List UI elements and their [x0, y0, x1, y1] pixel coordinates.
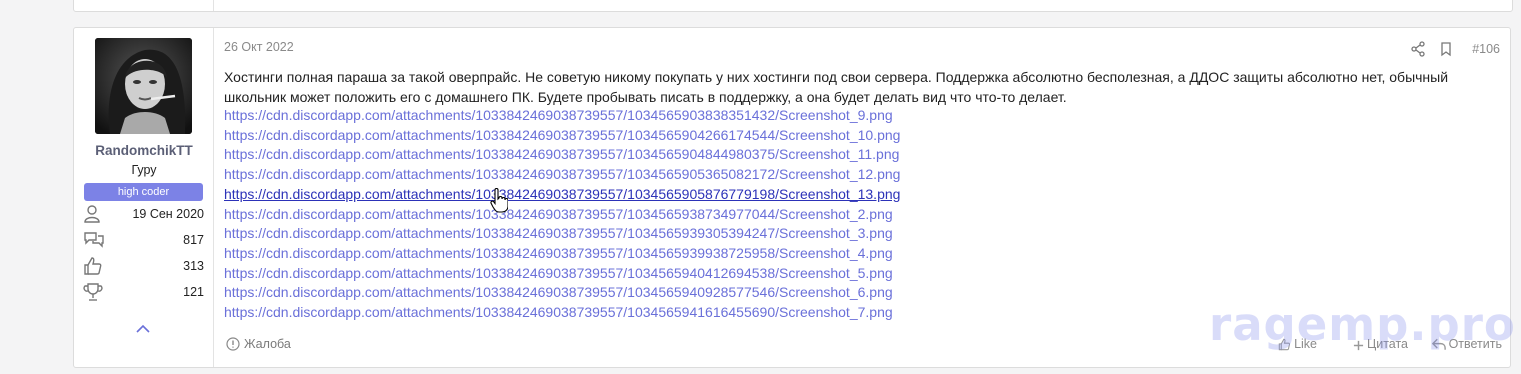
avatar[interactable]	[95, 38, 192, 134]
attachment-link[interactable]: https://cdn.discordapp.com/attachments/1…	[224, 244, 900, 264]
stat-registered: 19 Сен 2020	[83, 204, 204, 224]
forum-post: RandomchikTT Гуру high coder 19 Сен 2020…	[73, 27, 1511, 368]
stat-registered-value: 19 Сен 2020	[132, 207, 204, 221]
attachment-link[interactable]: https://cdn.discordapp.com/attachments/1…	[224, 106, 900, 126]
username[interactable]: RandomchikTT	[74, 143, 214, 158]
thumbs-up-icon	[1278, 338, 1291, 351]
trophy-icon	[83, 282, 103, 302]
report-label: Жалоба	[244, 337, 291, 351]
like-button[interactable]: Like	[1278, 337, 1317, 351]
link-list: https://cdn.discordapp.com/attachments/1…	[224, 106, 900, 323]
user-icon	[83, 204, 103, 224]
stat-points: 121	[83, 282, 204, 302]
quote-label: Цитата	[1366, 337, 1408, 351]
post-message: Хостинги полная параша за такой оверпрай…	[224, 69, 1449, 105]
attachment-link[interactable]: https://cdn.discordapp.com/attachments/1…	[224, 224, 900, 244]
collapse-chevron-up-icon[interactable]	[135, 321, 151, 333]
attachment-link[interactable]: https://cdn.discordapp.com/attachments/1…	[224, 303, 900, 323]
messages-icon	[83, 230, 104, 250]
thumbs-up-icon	[83, 256, 103, 276]
stat-likes: 313	[83, 256, 204, 276]
report-button[interactable]: Жалоба	[226, 337, 291, 351]
attachment-link[interactable]: https://cdn.discordapp.com/attachments/1…	[224, 126, 900, 146]
attachment-link[interactable]: https://cdn.discordapp.com/attachments/1…	[224, 145, 900, 165]
quote-button[interactable]: Цитата	[1353, 337, 1408, 351]
attachment-link[interactable]: https://cdn.discordapp.com/attachments/1…	[224, 264, 900, 284]
share-icon[interactable]	[1410, 41, 1426, 57]
post-number[interactable]: #106	[1472, 42, 1500, 56]
previous-post-card	[73, 0, 1513, 12]
plus-icon	[1353, 340, 1364, 351]
reply-button[interactable]: Ответить	[1431, 337, 1502, 351]
user-title: Гуру	[131, 163, 157, 177]
attachment-link-hovered[interactable]: https://cdn.discordapp.com/attachments/1…	[224, 185, 900, 205]
reply-label: Ответить	[1448, 337, 1502, 351]
post-date[interactable]: 26 Окт 2022	[224, 40, 294, 54]
stat-points-value: 121	[183, 285, 204, 299]
stat-messages: 817	[83, 230, 204, 250]
post-body: 26 Окт 2022 #106 Хостинги полная параша …	[224, 28, 1510, 367]
attachment-link[interactable]: https://cdn.discordapp.com/attachments/1…	[224, 205, 900, 225]
attachment-link[interactable]: https://cdn.discordapp.com/attachments/1…	[224, 283, 900, 303]
bookmark-icon[interactable]	[1438, 41, 1454, 57]
author-panel: RandomchikTT Гуру high coder 19 Сен 2020…	[74, 28, 214, 367]
stat-likes-value: 313	[183, 259, 204, 273]
reply-icon	[1431, 338, 1446, 350]
stat-messages-value: 817	[183, 233, 204, 247]
report-icon	[226, 337, 240, 351]
post-footer: Жалоба Like Цитата Ответить	[224, 337, 1510, 355]
like-label: Like	[1294, 337, 1317, 351]
attachment-link[interactable]: https://cdn.discordapp.com/attachments/1…	[224, 165, 900, 185]
user-badge: high coder	[84, 183, 203, 201]
